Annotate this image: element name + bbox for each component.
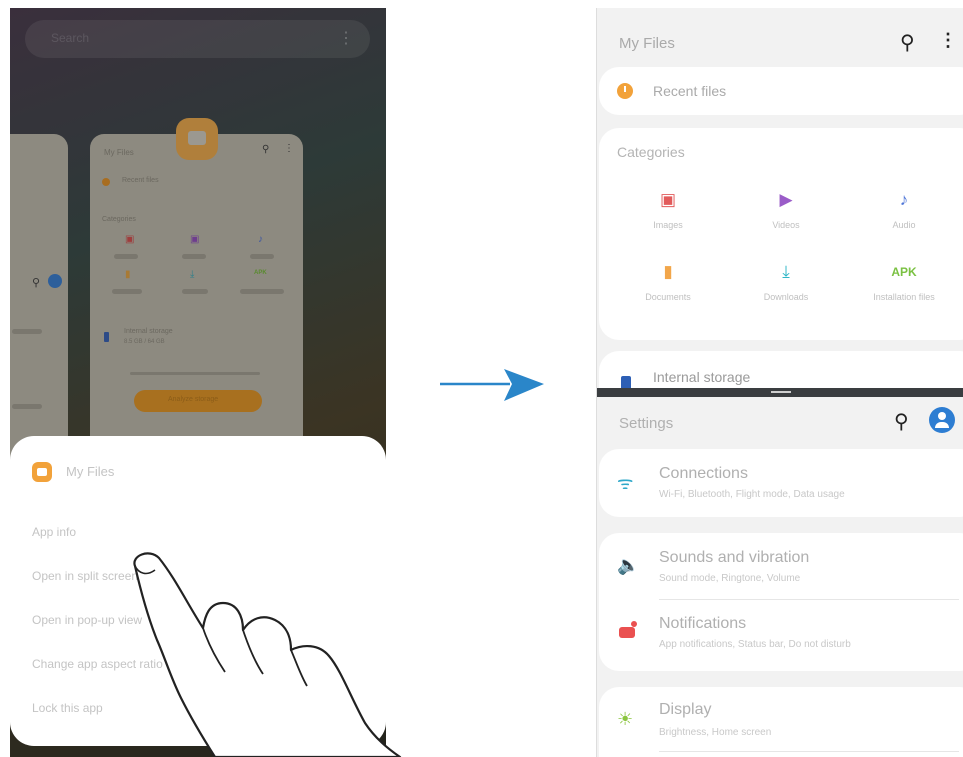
mini-more-icon: ⋮ [284, 143, 294, 154]
speaker-icon: 🔈 [617, 555, 640, 575]
category-label: Images [653, 220, 683, 230]
divider-handle[interactable] [771, 391, 791, 393]
clock-hand [624, 86, 626, 92]
account-icon [48, 274, 62, 288]
notifications-title: Notifications [659, 615, 747, 632]
mini-audio-icon: ♪ [258, 234, 263, 245]
divider-line [659, 751, 959, 752]
category-images[interactable]: ▣ Images [613, 190, 723, 230]
account-icon[interactable] [929, 407, 955, 433]
menu-lock-app[interactable]: Lock this app [32, 701, 103, 715]
search-placeholder: Search [51, 31, 90, 45]
my-files-title: My Files [619, 35, 675, 52]
mini-video-icon: ▣ [190, 234, 200, 245]
settings-card-sound-notif: 🔈 Sounds and vibration Sound mode, Ringt… [599, 533, 963, 671]
settings-title: Settings [619, 415, 674, 432]
category-audio[interactable]: ♪ Audio [849, 190, 959, 230]
notification-icon [619, 627, 635, 638]
image-icon: ▣ [659, 190, 677, 209]
mini-storage-icon [104, 332, 109, 342]
display-sub: Brightness, Home screen [659, 727, 772, 738]
recent-app-card-settings[interactable]: ⚲ [10, 134, 68, 464]
divider-line [659, 599, 959, 600]
recent-files-card[interactable]: Recent files [599, 67, 963, 115]
category-videos[interactable]: ▶ Videos [731, 190, 841, 230]
mini-analyze-label: Analyze storage [168, 396, 219, 403]
mini-analyze-button[interactable]: Analyze storage [134, 390, 262, 412]
category-label: Downloads [763, 292, 809, 302]
document-icon: ▮ [663, 262, 673, 281]
account-icon-body [935, 422, 949, 428]
settings-item-sounds[interactable]: 🔈 Sounds and vibration Sound mode, Ringt… [599, 533, 963, 599]
mini-title: My Files [104, 148, 134, 157]
search-icon[interactable]: ⚲ [894, 409, 909, 434]
music-note-icon: ♪ [899, 190, 909, 209]
more-options-icon[interactable]: ⋮ [338, 28, 354, 48]
popup-app-name: My Files [66, 464, 115, 479]
mini-download-icon: ⤓ [190, 269, 195, 280]
video-icon: ▶ [779, 190, 793, 209]
mini-apk-icon: APK [254, 270, 267, 276]
mini-search-icon: ⚲ [262, 144, 270, 155]
connections-title: Connections [659, 465, 748, 482]
sun-icon: ☀ [617, 709, 634, 729]
more-options-icon[interactable]: ⋮ [939, 30, 957, 51]
display-title: Display [659, 701, 712, 718]
internal-storage-label: Internal storage [653, 369, 751, 385]
settings-card-connections[interactable]: ᯤ Connections Wi-Fi, Bluetooth, Flight m… [599, 449, 963, 517]
split-screen-view: My Files ⚲ ⋮ Recent files Categories ▣ I… [596, 8, 963, 757]
settings-card-display[interactable]: ☀ Display Brightness, Home screen [599, 687, 963, 757]
category-label: Installation files [873, 292, 935, 302]
mini-recent: Recent files [122, 177, 159, 184]
mini-clock-icon [102, 178, 110, 186]
recent-files-label: Recent files [653, 83, 727, 99]
wifi-icon: ᯤ [617, 473, 634, 493]
mini-categories: Categories [102, 216, 136, 223]
category-installation-files[interactable]: APK Installation files [849, 262, 959, 302]
account-icon-head [938, 412, 946, 420]
search-icon[interactable]: ⚲ [900, 30, 915, 55]
menu-app-info[interactable]: App info [32, 525, 76, 539]
split-screen-divider[interactable] [597, 388, 963, 397]
mini-image-icon: ▣ [125, 234, 135, 245]
mini-doc-icon: ▮ [125, 269, 131, 280]
recent-app-card-my-files[interactable]: My Files ⚲ ⋮ Recent files Categories ▣ ▣… [90, 134, 303, 464]
categories-card: Categories ▣ Images ▶ Videos ♪ Audio ▮ D… [599, 128, 963, 340]
mini-storage-sub: 8.5 GB / 64 GB [124, 339, 165, 345]
folder-icon [32, 462, 52, 482]
connections-sub: Wi-Fi, Bluetooth, Flight mode, Data usag… [659, 489, 845, 500]
notification-dot [631, 621, 637, 627]
recents-search-bar[interactable]: Search ⋮ [25, 20, 370, 58]
my-files-app-icon[interactable] [176, 118, 218, 160]
mini-storage-title: Internal storage [124, 328, 173, 335]
sounds-title: Sounds and vibration [659, 549, 810, 566]
notifications-sub: App notifications, Status bar, Do not di… [659, 639, 851, 650]
settings-pane: Settings ⚲ ᯤ Connections Wi-Fi, Bluetoot… [597, 397, 963, 757]
sounds-sub: Sound mode, Ringtone, Volume [659, 573, 801, 584]
search-icon: ⚲ [32, 277, 41, 289]
arrow-right-icon [440, 369, 544, 401]
hand-pointer-icon [133, 552, 402, 757]
category-label: Audio [892, 220, 916, 230]
download-icon: ⤓ [782, 262, 790, 281]
category-label: Videos [772, 220, 800, 230]
category-downloads[interactable]: ⤓ Downloads [731, 262, 841, 302]
category-label: Documents [645, 292, 691, 302]
apk-icon: APK [891, 265, 917, 279]
settings-item-notifications[interactable]: Notifications App notifications, Status … [599, 601, 963, 667]
category-documents[interactable]: ▮ Documents [613, 262, 723, 302]
categories-title: Categories [617, 144, 685, 160]
